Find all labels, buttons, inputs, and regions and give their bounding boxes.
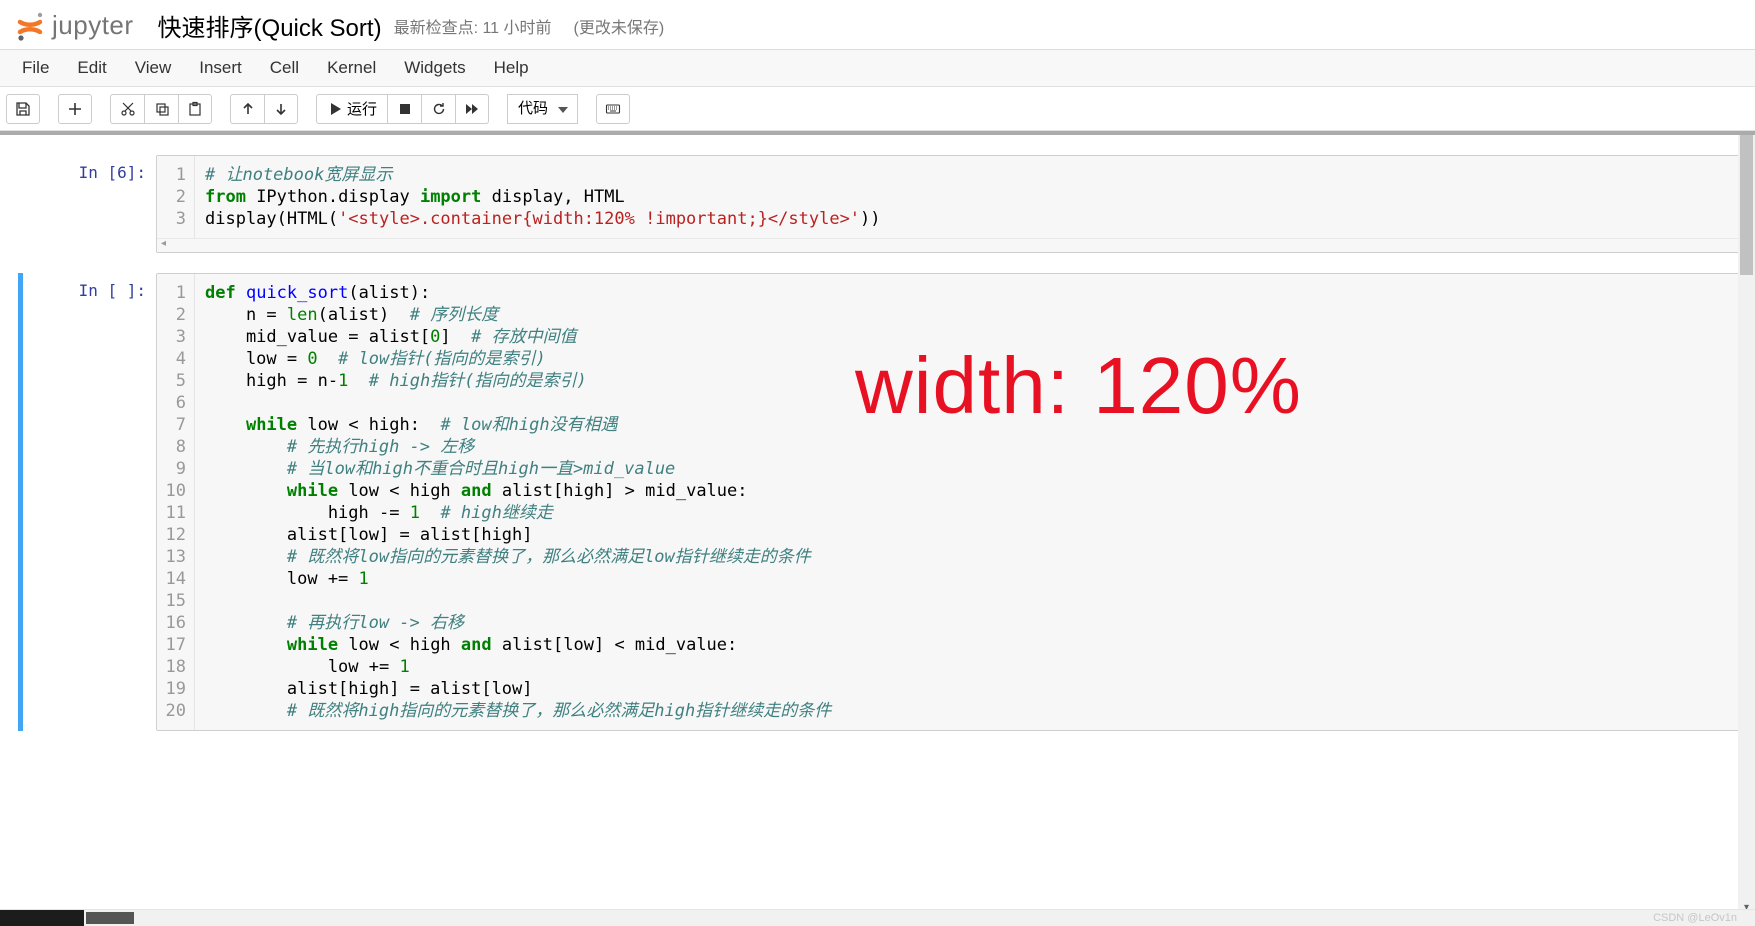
menu-edit[interactable]: Edit: [63, 52, 120, 84]
notebook-title[interactable]: 快速排序(Quick Sort): [158, 8, 382, 43]
add-cell-button[interactable]: [58, 94, 92, 124]
fast-forward-icon: [464, 101, 480, 117]
code-cell[interactable]: In [6]:123# 让notebook宽屏显示 from IPython.d…: [18, 155, 1755, 253]
command-palette-button[interactable]: [596, 94, 630, 124]
plus-icon: [67, 101, 83, 117]
notebook: In [6]:123# 让notebook宽屏显示 from IPython.d…: [0, 135, 1755, 731]
annotation-overlay: width: 120%: [855, 340, 1302, 432]
menu-kernel[interactable]: Kernel: [313, 52, 390, 84]
input-area[interactable]: 123# 让notebook宽屏显示 from IPython.display …: [156, 155, 1755, 253]
play-icon: [327, 101, 343, 117]
run-button[interactable]: 运行: [316, 94, 387, 124]
interrupt-button[interactable]: [387, 94, 421, 124]
save-button[interactable]: [6, 94, 40, 124]
run-label: 运行: [347, 98, 377, 119]
line-gutter: 1234567891011121314151617181920: [157, 274, 195, 730]
move-up-button[interactable]: [230, 94, 264, 124]
toolbar: 运行 代码: [0, 87, 1755, 131]
menubar: File Edit View Insert Cell Kernel Widget…: [0, 49, 1755, 87]
stop-icon: [397, 101, 413, 117]
notebook-header: jupyter 快速排序(Quick Sort) 最新检查点: 11 小时前 (…: [0, 0, 1755, 49]
jupyter-logo-icon: [14, 10, 46, 42]
copy-button[interactable]: [144, 94, 178, 124]
checkpoint-text: 最新检查点: 11 小时前: [394, 14, 552, 38]
cut-icon: [120, 101, 136, 117]
vertical-scrollbar[interactable]: ▴▾: [1738, 135, 1755, 916]
line-gutter: 123: [157, 156, 195, 238]
watermark: CSDN @LeOv1n: [1653, 912, 1737, 924]
arrow-up-icon: [240, 101, 256, 117]
menu-insert[interactable]: Insert: [185, 52, 256, 84]
paste-button[interactable]: [178, 94, 212, 124]
taskbar-item-2[interactable]: [86, 912, 134, 924]
arrow-down-icon: [273, 101, 289, 117]
restart-button[interactable]: [421, 94, 455, 124]
taskbar-item[interactable]: [0, 910, 84, 926]
restart-run-all-button[interactable]: [455, 94, 489, 124]
input-prompt: In [ ]:: [18, 273, 156, 731]
jupyter-logo[interactable]: jupyter: [14, 10, 134, 42]
paste-icon: [187, 101, 203, 117]
unsaved-indicator: (更改未保存): [574, 14, 665, 38]
menu-cell[interactable]: Cell: [256, 52, 313, 84]
menu-help[interactable]: Help: [480, 52, 543, 84]
jupyter-logo-text: jupyter: [52, 10, 134, 41]
restart-icon: [431, 101, 447, 117]
copy-icon: [154, 101, 170, 117]
menu-view[interactable]: View: [121, 52, 186, 84]
keyboard-icon: [605, 101, 621, 117]
menu-widgets[interactable]: Widgets: [390, 52, 479, 84]
horizontal-scrollbar[interactable]: [157, 238, 1754, 252]
code-editor[interactable]: # 让notebook宽屏显示 from IPython.display imp…: [195, 156, 1754, 238]
notebook-container: In [6]:123# 让notebook宽屏显示 from IPython.d…: [0, 131, 1755, 916]
celltype-select[interactable]: 代码: [507, 94, 578, 124]
cut-button[interactable]: [110, 94, 144, 124]
move-down-button[interactable]: [264, 94, 298, 124]
save-icon: [15, 101, 31, 117]
input-prompt: In [6]:: [18, 155, 156, 253]
taskbar: [0, 909, 1755, 926]
menu-file[interactable]: File: [8, 52, 63, 84]
